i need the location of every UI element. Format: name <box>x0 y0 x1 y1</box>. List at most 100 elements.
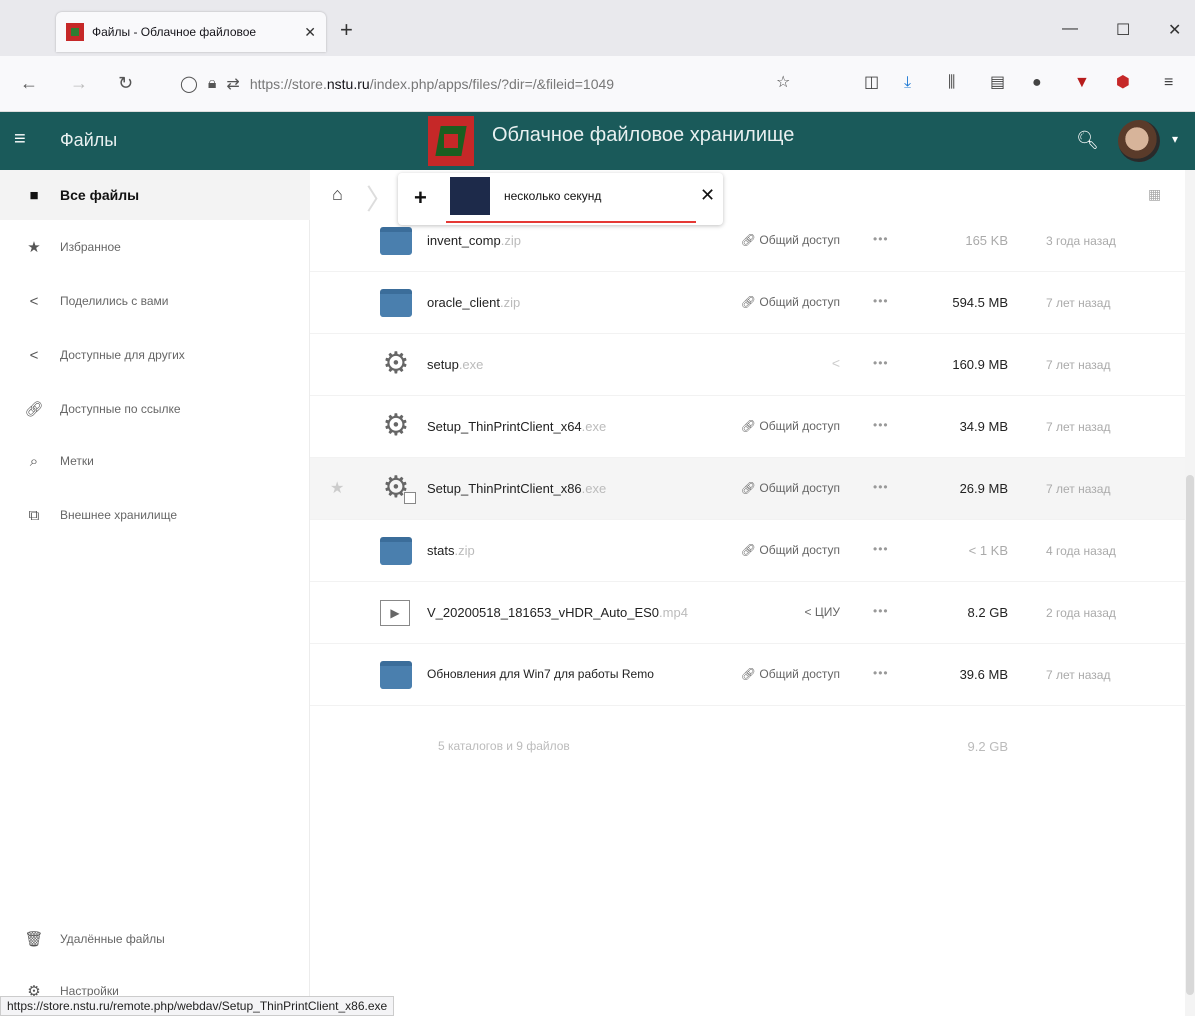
select-checkbox[interactable] <box>404 492 416 504</box>
pocket-icon[interactable]: ◫ <box>864 72 879 94</box>
share-button[interactable]: 🔗︎ Общий доступ <box>741 233 840 247</box>
more-actions-icon[interactable]: ••• <box>873 356 889 370</box>
ublock-icon[interactable]: ⬢ <box>1116 72 1130 94</box>
minimize-icon[interactable]: — <box>1062 20 1078 38</box>
external-link-icon: ⧉ <box>28 506 40 524</box>
table-row[interactable]: stats.zip 🔗︎ Общий доступ ••• < 1 KB 4 г… <box>310 520 1185 582</box>
file-name[interactable]: Setup_ThinPrintClient_x64.exe <box>427 419 606 434</box>
share-button[interactable]: 🔗︎ Общий доступ <box>741 667 840 681</box>
forward-arrow-icon[interactable]: → <box>70 72 88 94</box>
menu-hamburger-icon[interactable]: ≡ <box>1164 72 1173 94</box>
extension-m-icon[interactable]: ● <box>1032 72 1042 94</box>
table-row[interactable]: Обновления для Win7 для работы Remo 🔗︎ О… <box>310 644 1185 706</box>
sidebar-item-label: Избранное <box>60 240 121 254</box>
summary-size: 9.2 GB <box>967 739 1008 754</box>
file-name[interactable]: V_20200518_181653_vHDR_Auto_ES0.mp4 <box>427 605 688 620</box>
file-name[interactable]: oracle_client.zip <box>427 295 520 310</box>
folder-icon: ■ <box>29 186 39 204</box>
more-actions-icon[interactable]: ••• <box>873 604 889 618</box>
reload-icon[interactable]: ↻ <box>118 72 133 94</box>
sidebar-item-label: Все файлы <box>60 187 140 203</box>
site-logo[interactable] <box>428 116 474 166</box>
sidebar-item-label: Поделились с вами <box>60 294 169 308</box>
sidebar: ■ Все файлы ★ Избранное < Поделились с в… <box>0 170 310 1016</box>
tab-title: Файлы - Облачное файловое <box>92 25 257 39</box>
sidebar-item-tags[interactable]: ⌕ Метки <box>0 436 310 486</box>
table-row[interactable]: ★ ⚙ Setup_ThinPrintClient_x86.exe 🔗︎ Общ… <box>310 458 1185 520</box>
more-actions-icon[interactable]: ••• <box>873 542 889 556</box>
file-date: 4 года назад <box>1046 544 1116 558</box>
share-button[interactable]: 🔗︎ Общий доступ <box>741 295 840 309</box>
upload-status-text: несколько секунд <box>504 189 602 203</box>
avatar[interactable] <box>1118 120 1160 162</box>
permissions-icon[interactable]: ⇄ <box>226 74 239 94</box>
app-name[interactable]: Файлы <box>60 130 117 151</box>
library-icon[interactable]: ⫼ <box>948 72 955 94</box>
sidebar-item-all-files[interactable]: ■ Все файлы <box>0 170 310 220</box>
file-date: 7 лет назад <box>1046 420 1111 434</box>
address-bar[interactable]: ◯ 🔒︎ ⇄ https://store.nstu.ru/index.php/a… <box>180 66 805 102</box>
sidebar-item-label: Внешнее хранилище <box>60 508 178 522</box>
sidebar-item-shared-with-you[interactable]: < Поделились с вами <box>0 276 310 326</box>
extension-v-icon[interactable]: ▼ <box>1074 72 1090 94</box>
more-actions-icon[interactable]: ••• <box>873 480 889 494</box>
share-icon[interactable]: < <box>832 355 840 371</box>
window-close-icon[interactable]: ✕ <box>1168 20 1181 40</box>
file-list-area: ⌂ 〉 + несколько секунд ✕ ▦ invent_comp.z… <box>310 170 1185 1016</box>
share-button[interactable]: 🔗︎ Общий доступ <box>741 481 840 495</box>
favorite-star-icon[interactable]: ★ <box>330 478 344 498</box>
cancel-upload-button[interactable]: ✕ <box>700 185 715 206</box>
chevron-down-icon[interactable]: ▾ <box>1172 132 1178 146</box>
sidebar-item-label: Доступные для других <box>60 348 185 362</box>
sidebar-item-favorites[interactable]: ★ Избранное <box>0 222 310 272</box>
more-actions-icon[interactable]: ••• <box>873 294 889 308</box>
more-actions-icon[interactable]: ••• <box>873 232 889 246</box>
table-row[interactable]: oracle_client.zip 🔗︎ Общий доступ ••• 59… <box>310 272 1185 334</box>
reader-view-icon[interactable]: ▤ <box>990 72 1005 94</box>
browser-tab[interactable]: Файлы - Облачное файловое ✕ <box>56 12 326 52</box>
new-file-button[interactable]: + <box>414 185 427 211</box>
shield-icon[interactable]: ◯ <box>180 74 198 94</box>
search-icon[interactable]: 🔍︎ <box>1076 130 1099 151</box>
table-row[interactable]: ⚙ setup.exe < ••• 160.9 MB 7 лет назад <box>310 334 1185 396</box>
scrollbar-thumb[interactable] <box>1186 475 1194 995</box>
file-name[interactable]: Setup_ThinPrintClient_x86.exe <box>427 481 606 496</box>
share-button[interactable]: 🔗︎ Общий доступ <box>741 543 840 557</box>
file-name[interactable]: setup.exe <box>427 357 483 372</box>
file-name[interactable]: Обновления для Win7 для работы Remo <box>427 667 654 681</box>
gear-icon: ⚙ <box>382 409 410 442</box>
maximize-icon[interactable]: ☐ <box>1116 20 1130 40</box>
star-icon: ★ <box>27 239 41 256</box>
scrollbar[interactable] <box>1185 170 1195 1016</box>
share-button[interactable]: 🔗︎ Общий доступ <box>741 419 840 433</box>
more-actions-icon[interactable]: ••• <box>873 418 889 432</box>
lock-icon[interactable]: 🔒︎ <box>208 75 217 93</box>
table-row[interactable]: ⚙ Setup_ThinPrintClient_x64.exe 🔗︎ Общий… <box>310 396 1185 458</box>
more-actions-icon[interactable]: ••• <box>873 666 889 680</box>
sidebar-item-deleted-files[interactable]: 🗑︎ Удалённые файлы <box>0 914 310 964</box>
table-row[interactable]: ▶ V_20200518_181653_vHDR_Auto_ES0.mp4 < … <box>310 582 1185 644</box>
sidebar-item-shared-by-link[interactable]: 🔗︎ Доступные по ссылке <box>0 384 310 434</box>
new-tab-button[interactable]: + <box>340 18 353 42</box>
grid-view-icon[interactable]: ▦ <box>1148 186 1161 203</box>
video-file-icon: ▶ <box>380 600 410 626</box>
summary-text: 5 каталогов и 9 файлов <box>438 739 570 753</box>
table-row[interactable]: invent_comp.zip 🔗︎ Общий доступ ••• 165 … <box>310 210 1185 272</box>
sidebar-item-external-storage[interactable]: ⧉ Внешнее хранилище <box>0 490 310 540</box>
bookmark-star-icon[interactable]: ☆ <box>776 72 790 94</box>
hamburger-menu-icon[interactable]: ≡ <box>14 128 26 151</box>
tab-close-icon[interactable]: ✕ <box>304 24 316 41</box>
site-favicon-icon <box>66 23 84 41</box>
share-button[interactable]: < ЦИУ <box>805 605 840 619</box>
file-date: 3 года назад <box>1046 234 1116 248</box>
sidebar-item-shared-with-others[interactable]: < Доступные для других <box>0 330 310 380</box>
back-arrow-icon[interactable]: ← <box>20 72 38 94</box>
file-name[interactable]: stats.zip <box>427 543 475 558</box>
file-name[interactable]: invent_comp.zip <box>427 233 521 248</box>
home-icon[interactable]: ⌂ <box>332 184 343 205</box>
file-size: 26.9 MB <box>959 481 1008 496</box>
file-date: 7 лет назад <box>1046 358 1111 372</box>
sidebar-item-label: Удалённые файлы <box>60 932 165 946</box>
download-icon[interactable]: ⤓ <box>904 72 911 94</box>
file-size: < 1 KB <box>968 543 1008 558</box>
